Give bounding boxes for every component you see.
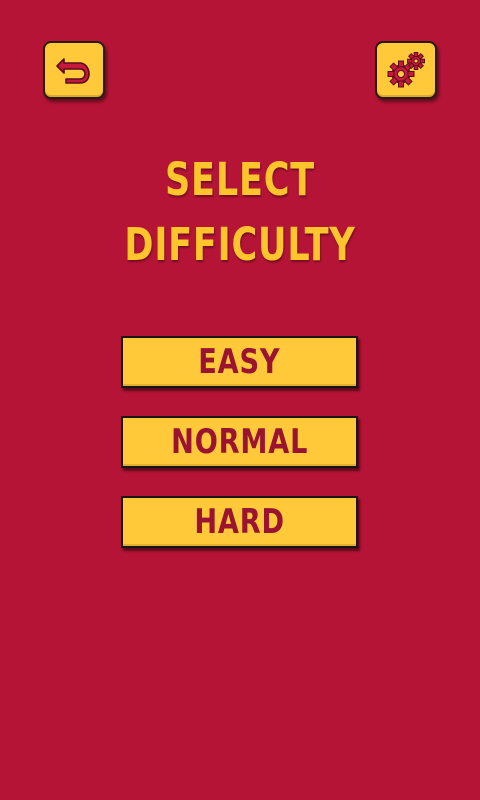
hard-button[interactable]: HARD [121, 496, 358, 548]
easy-button-label: EASY [198, 342, 281, 382]
easy-button[interactable]: EASY [121, 336, 358, 388]
normal-button[interactable]: NORMAL [121, 416, 358, 468]
back-arrow-icon [56, 58, 90, 84]
settings-button[interactable] [375, 41, 437, 99]
title-line-select: SELECT [164, 153, 315, 206]
normal-button-label: NORMAL [170, 422, 309, 462]
hard-button-label: HARD [194, 502, 285, 542]
gears-icon [387, 52, 425, 88]
back-button[interactable] [43, 41, 105, 99]
title-line-difficulty: DIFFICULTY [124, 218, 356, 271]
